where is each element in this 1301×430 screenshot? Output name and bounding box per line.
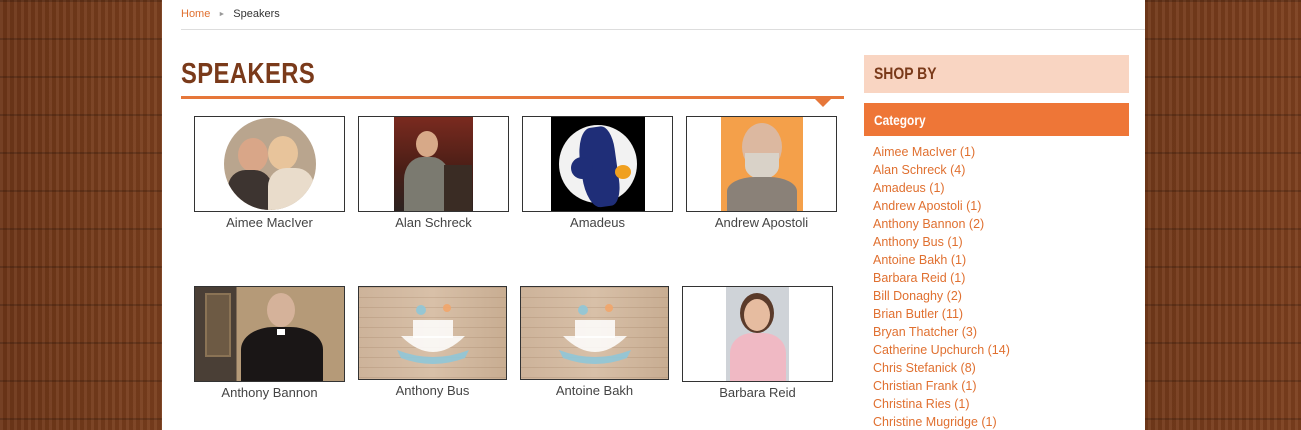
breadcrumb-current: Speakers <box>233 8 280 20</box>
category-link[interactable]: Chris Stefanick (8) <box>873 359 1129 377</box>
speaker-card[interactable]: Aimee MacIver <box>194 116 345 230</box>
speaker-name[interactable]: Antoine Bakh <box>520 383 669 398</box>
speaker-image-link[interactable] <box>682 286 833 382</box>
speaker-image-link[interactable] <box>522 116 673 212</box>
category-link[interactable]: Christina Ries (1) <box>873 395 1129 413</box>
title-notch-icon <box>815 99 831 107</box>
category-link[interactable]: Bryan Thatcher (3) <box>873 323 1129 341</box>
sidebar: SHOP BY Category Aimee MacIver (1) Alan … <box>864 55 1129 430</box>
speaker-card[interactable]: Alan Schreck <box>358 116 509 230</box>
speaker-card[interactable]: Barbara Reid <box>682 286 833 400</box>
category-link[interactable]: Christian Frank (1) <box>873 377 1129 395</box>
speaker-card[interactable]: Anthony Bannon <box>194 286 345 400</box>
category-link[interactable]: Barbara Reid (1) <box>873 269 1129 287</box>
speaker-name[interactable]: Amadeus <box>522 215 673 230</box>
category-heading[interactable]: Category <box>864 103 1129 136</box>
placeholder-image <box>359 287 506 379</box>
category-link[interactable]: Antoine Bakh (1) <box>873 251 1129 269</box>
speaker-image-link[interactable] <box>358 286 507 380</box>
speaker-card[interactable]: Antoine Bakh <box>520 286 669 398</box>
speaker-image-link[interactable] <box>194 286 345 382</box>
speaker-image-link[interactable] <box>686 116 837 212</box>
page-title: SPEAKERS <box>181 58 316 90</box>
breadcrumb: Home ► Speakers <box>181 8 280 20</box>
category-link[interactable]: Bill Donaghy (2) <box>873 287 1129 305</box>
breadcrumb-separator-icon: ► <box>218 10 226 18</box>
speaker-photo <box>223 118 316 210</box>
category-link[interactable]: Anthony Bannon (2) <box>873 215 1129 233</box>
category-link[interactable]: Andrew Apostoli (1) <box>873 197 1129 215</box>
category-link[interactable]: Christine Mugridge (1) <box>873 413 1129 430</box>
category-heading-label: Category <box>874 111 926 128</box>
speaker-name[interactable]: Barbara Reid <box>682 385 833 400</box>
speaker-name[interactable]: Andrew Apostoli <box>686 215 837 230</box>
speaker-card[interactable]: Amadeus <box>522 116 673 230</box>
speaker-photo <box>726 287 789 381</box>
category-link[interactable]: Catherine Upchurch (14) <box>873 341 1129 359</box>
shop-by-label: SHOP BY <box>874 64 937 83</box>
speaker-card[interactable]: Anthony Bus <box>358 286 507 398</box>
title-underline <box>181 96 844 99</box>
speaker-photo <box>720 117 803 211</box>
speaker-name[interactable]: Anthony Bus <box>358 383 507 398</box>
speaker-name[interactable]: Aimee MacIver <box>194 215 345 230</box>
category-link[interactable]: Alan Schreck (4) <box>873 161 1129 179</box>
category-link[interactable]: Anthony Bus (1) <box>873 233 1129 251</box>
breadcrumb-home-link[interactable]: Home <box>181 8 210 20</box>
breadcrumb-divider <box>181 29 1145 30</box>
ark-logo-icon <box>396 304 469 364</box>
shop-by-heading: SHOP BY <box>864 55 1129 93</box>
speaker-name[interactable]: Alan Schreck <box>358 215 509 230</box>
placeholder-image <box>521 287 668 379</box>
category-list: Aimee MacIver (1) Alan Schreck (4) Amade… <box>864 143 1129 430</box>
speaker-name[interactable]: Anthony Bannon <box>194 385 345 400</box>
speaker-photo <box>550 117 645 211</box>
ark-logo-icon <box>558 304 631 364</box>
category-link[interactable]: Aimee MacIver (1) <box>873 143 1129 161</box>
speaker-photo <box>394 117 473 211</box>
speaker-image-link[interactable] <box>520 286 669 380</box>
speaker-photo <box>195 287 344 381</box>
speaker-image-link[interactable] <box>194 116 345 212</box>
category-link[interactable]: Amadeus (1) <box>873 179 1129 197</box>
main-page: Home ► Speakers SPEAKERS Aimee MacIver A… <box>162 0 1145 430</box>
speaker-card[interactable]: Andrew Apostoli <box>686 116 837 230</box>
category-link[interactable]: Brian Butler (11) <box>873 305 1129 323</box>
speaker-image-link[interactable] <box>358 116 509 212</box>
